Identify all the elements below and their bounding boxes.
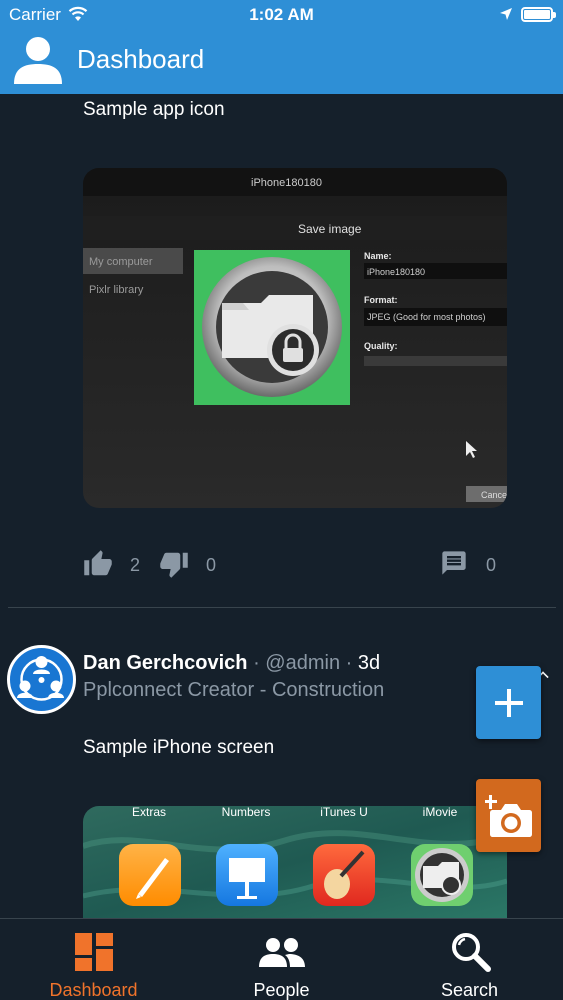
status-time: 1:02 AM [249,5,314,24]
page-title: Dashboard [77,44,205,74]
post-text: Sample app icon [83,99,225,120]
pages-app-icon [119,844,181,906]
dislike-count: 0 [206,555,217,575]
screen-quality-label: Quality: [364,341,398,351]
people-network-icon [17,656,64,701]
plus-icon [494,688,523,717]
comment-count: 0 [486,555,497,575]
author-line: Dan Gerchcovich · @admin · 3d [83,652,380,675]
author-title: Pplconnect Creator - Construction [83,679,385,701]
post-divider [8,607,556,608]
screen-format-label: Format: [364,295,398,305]
author-name[interactable]: Dan Gerchcovich [83,652,248,674]
dashboard-icon [74,933,113,971]
app-label: Numbers [222,806,271,819]
meta-separator: · [340,652,358,674]
add-post-button[interactable] [476,666,541,739]
tab-label: Search [440,980,499,1000]
battery-icon [521,7,556,22]
dislike-icon[interactable] [159,549,189,579]
tab-search[interactable]: Search [376,919,563,1000]
post-image[interactable]: iPhone180180 Save image My computer Pixl… [83,168,507,508]
screen-format-value: JPEG (Good for most photos) [367,312,486,322]
meta-separator: · [247,652,266,674]
like-icon[interactable] [83,549,113,579]
tab-label: Dashboard [49,980,138,1000]
people-icon [258,938,305,967]
post-age: 3d [357,652,381,674]
search-icon [451,933,491,972]
tab-label: People [253,980,310,1000]
app-label: Extras [132,806,166,819]
author-avatar[interactable] [7,645,76,714]
nav-bar: Dashboard [0,30,563,94]
post-image[interactable]: Extras Numbers iTunes U iMovie [83,806,507,918]
status-bar: Carrier 1:02 AM [0,0,563,30]
location-arrow-icon [500,8,512,20]
screen-cancel-label: Cancel [481,490,507,500]
tab-bar: Dashboard People Search [0,918,563,1000]
app-label: iTunes U [320,806,368,819]
post-text: Sample iPhone screen [83,737,275,758]
tab-dashboard[interactable]: Dashboard [0,919,187,1000]
screen-sidebar-item-0: My computer [89,256,153,268]
tab-people[interactable]: People [188,919,375,1000]
screen-name-label: Name: [364,251,392,261]
screen-file-label: iPhone180180 [251,177,322,189]
add-photo-button[interactable] [476,779,541,852]
comment-icon[interactable] [440,549,468,577]
screen-window-title: Save image [298,222,362,236]
like-count: 2 [130,555,141,575]
screen-sidebar-item-1: Pixlr library [89,284,144,296]
add-camera-icon [484,794,532,837]
app-label: iMovie [423,806,458,819]
screen-name-value: iPhone180180 [367,267,425,277]
author-handle[interactable]: @admin [265,652,340,674]
profile-avatar-icon[interactable] [12,34,64,86]
